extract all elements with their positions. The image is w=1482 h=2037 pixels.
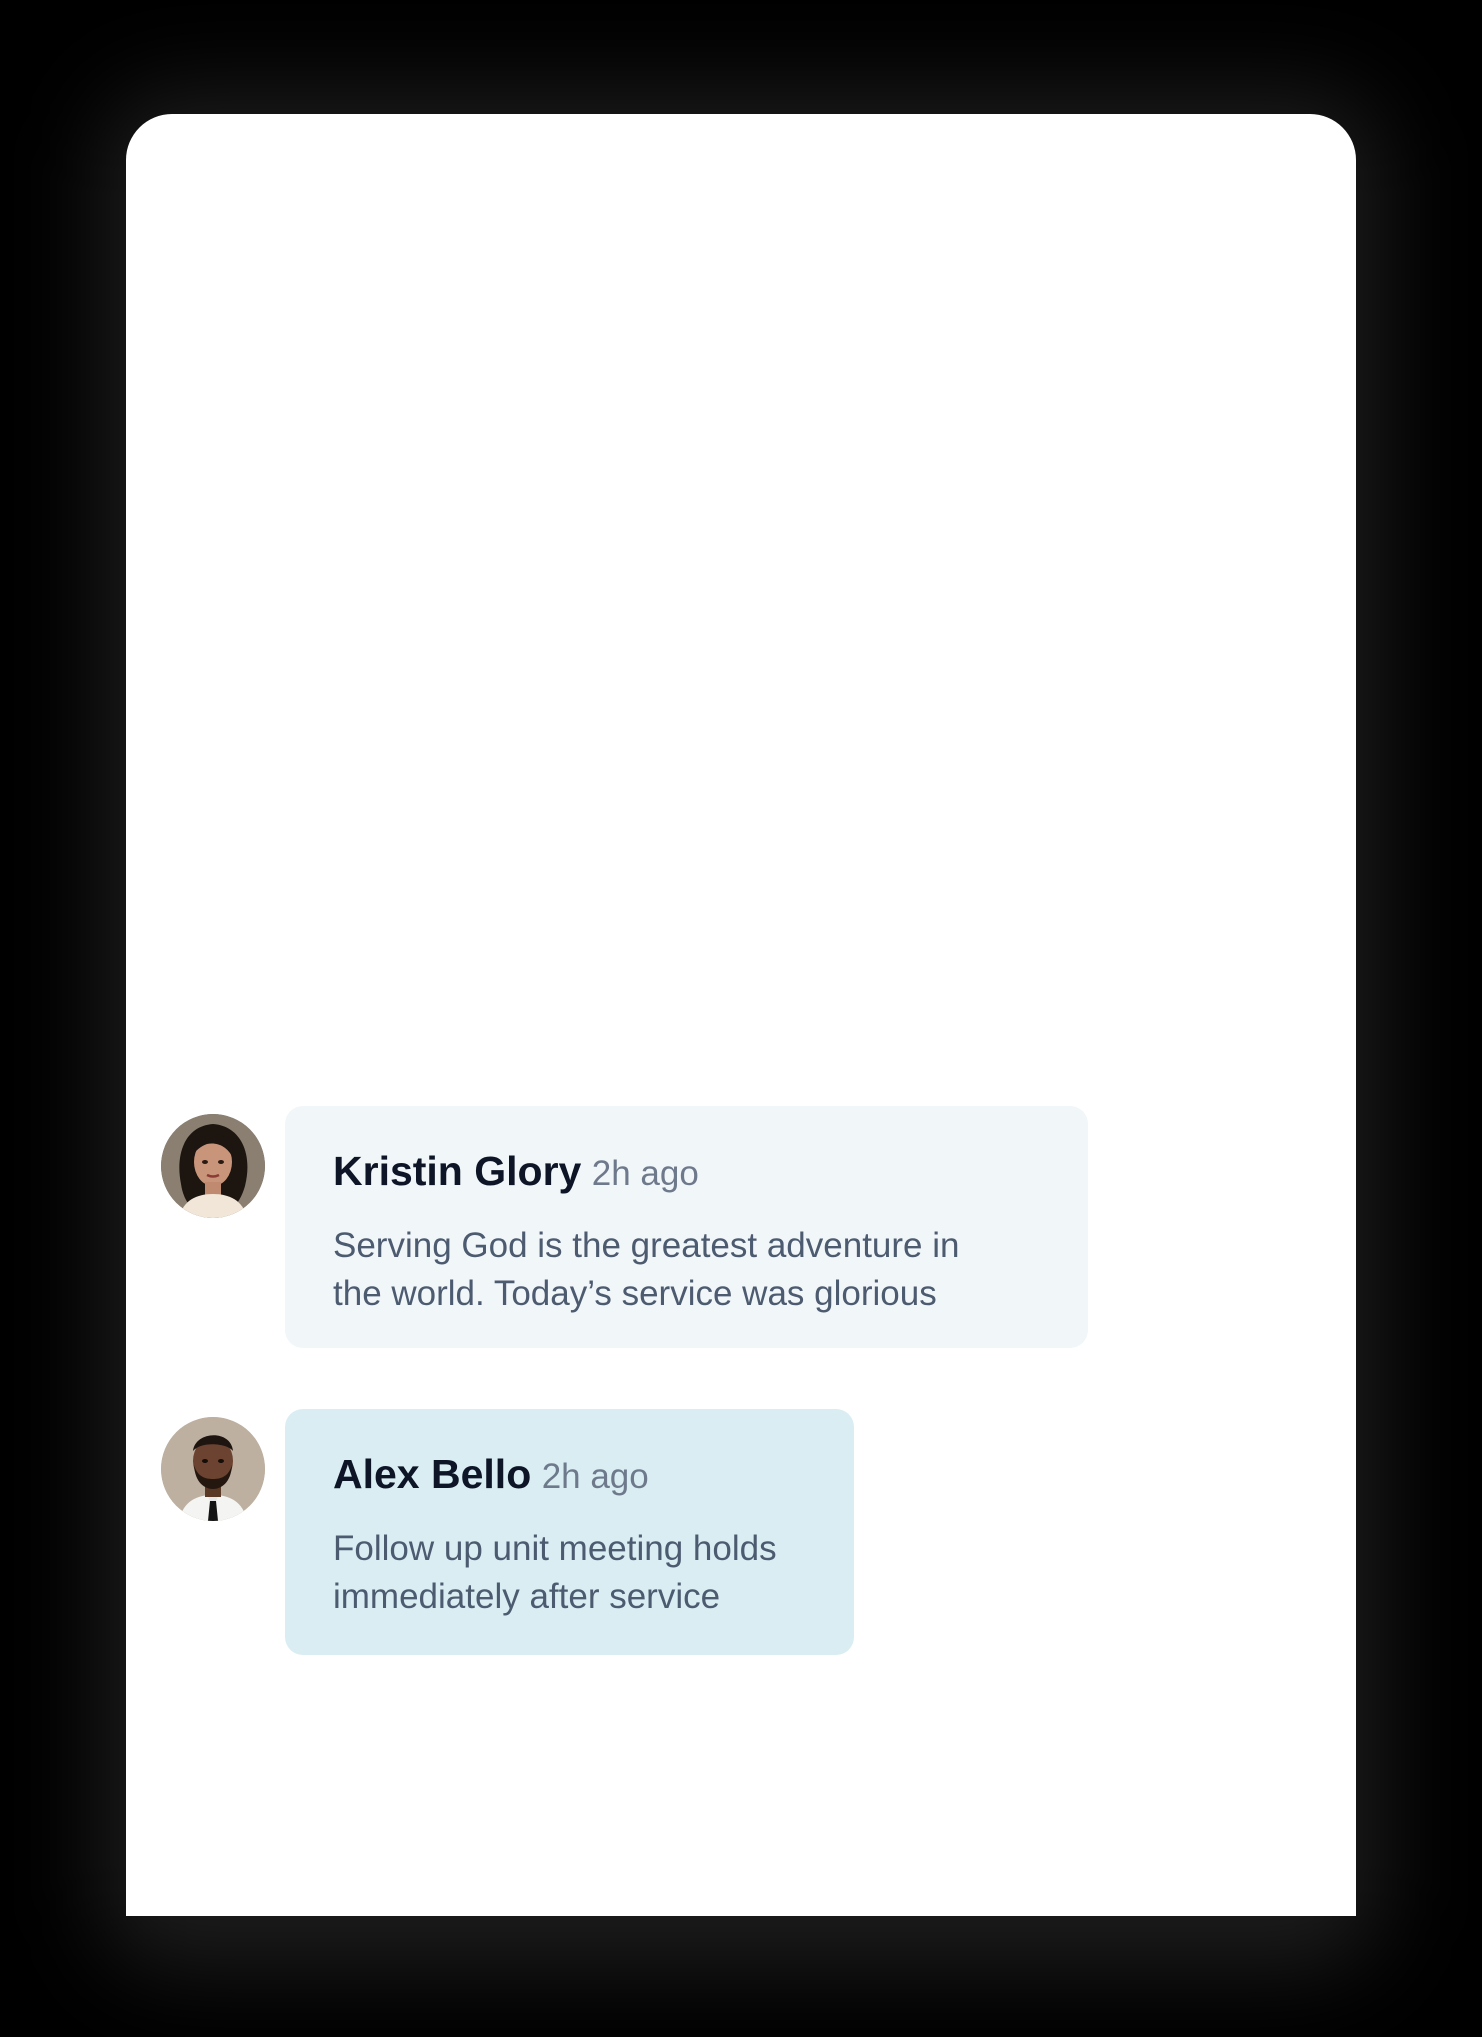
woman-avatar-icon [161, 1114, 265, 1218]
message-text-line: the world. Today’s service was glorious [333, 1274, 937, 1313]
avatar[interactable] [161, 1417, 265, 1521]
author-name: Alex Bello [333, 1451, 532, 1497]
avatar[interactable] [161, 1114, 265, 1218]
message-text: Serving God is the greatest adventure in… [333, 1222, 1040, 1318]
timestamp: 2h ago [591, 1154, 699, 1193]
message-text-line: Serving God is the greatest adventure in [333, 1226, 960, 1265]
timestamp: 2h ago [541, 1457, 649, 1496]
message-text-line: immediately after service [333, 1577, 721, 1616]
message-text-line: Follow up unit meeting holds [333, 1529, 777, 1568]
man-avatar-icon [161, 1417, 265, 1521]
message-text: Follow up unit meeting holds immediately… [333, 1525, 806, 1621]
message-header: Kristin Glory 2h ago [333, 1146, 1040, 1206]
chat-panel: Kristin Glory 2h ago Serving God is the … [126, 114, 1356, 1916]
author-name: Kristin Glory [333, 1148, 582, 1194]
message-header: Alex Bello 2h ago [333, 1449, 806, 1509]
message-bubble: Alex Bello 2h ago Follow up unit meeting… [285, 1409, 854, 1655]
message-bubble: Kristin Glory 2h ago Serving God is the … [285, 1106, 1088, 1348]
